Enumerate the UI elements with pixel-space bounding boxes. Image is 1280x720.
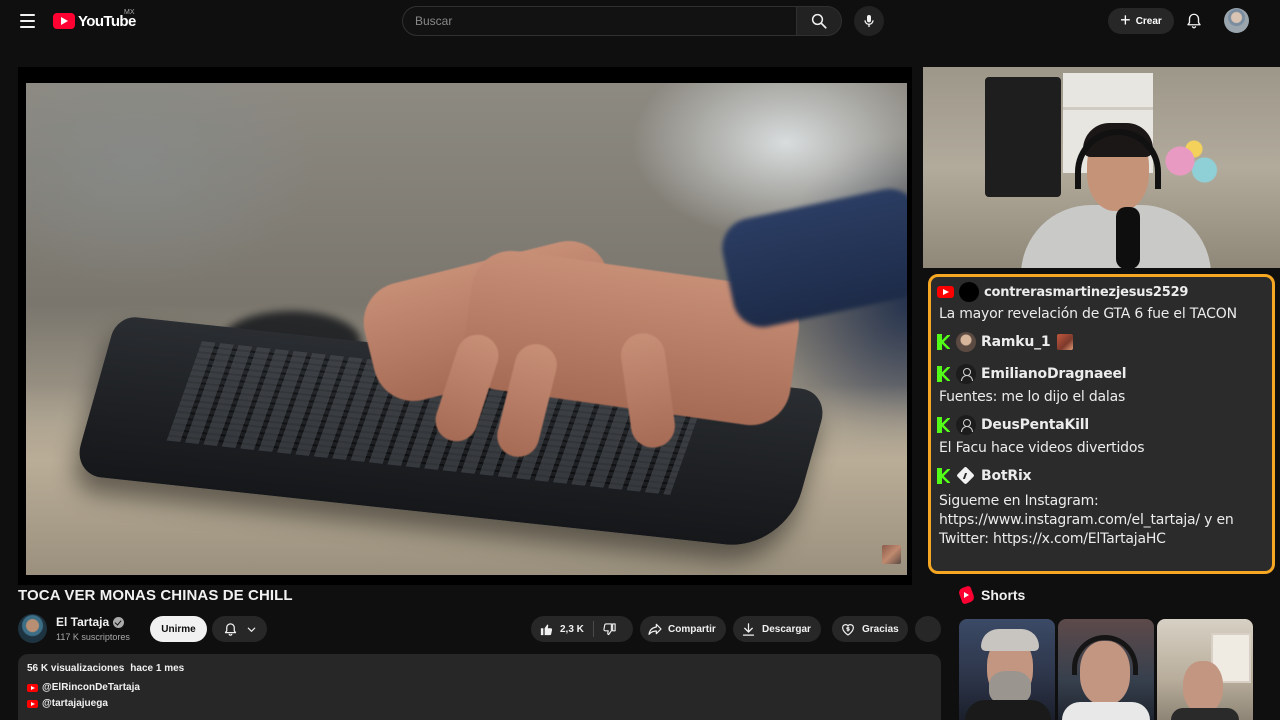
youtube-icon	[27, 683, 38, 692]
channel-watermark[interactable]	[882, 545, 901, 564]
voice-search-button[interactable]	[854, 6, 884, 36]
microphone-icon	[864, 15, 874, 27]
thumbs-up-icon	[540, 624, 553, 635]
chat-username: Ramku_1	[981, 334, 1051, 350]
top-bar: YouTube MX + Crear	[0, 0, 1280, 42]
stream-chat-overlay: contrerasmartinezjesus2529 La mayor reve…	[928, 274, 1275, 574]
chat-user-row: contrerasmartinezjesus2529	[937, 281, 1266, 303]
like-button[interactable]: 2,3 K	[531, 616, 584, 642]
user-avatar	[959, 282, 979, 302]
download-button[interactable]: Descargar	[733, 616, 821, 642]
chat-message: El Facu hace videos divertidos	[939, 440, 1145, 456]
channel-link: @tartajajuega	[42, 698, 108, 709]
chat-message: Fuentes: me lo dijo el dalas	[939, 389, 1126, 405]
chevron-down-icon	[247, 627, 255, 632]
subscription-notifications-button[interactable]	[212, 616, 267, 642]
description-meta: 56 K visualizaciones hace 1 mes	[27, 663, 932, 674]
kick-platform-icon	[937, 366, 951, 382]
channel-name: El Tartaja	[56, 615, 110, 629]
like-count: 2,3 K	[560, 623, 584, 635]
create-button[interactable]: + Crear	[1108, 8, 1174, 34]
country-code: MX	[124, 9, 135, 16]
like-dislike-group: 2,3 K	[531, 616, 633, 642]
emote-icon	[1057, 334, 1074, 350]
thumbnail-shirt	[1062, 702, 1150, 720]
youtube-platform-icon	[937, 286, 954, 298]
youtube-play-icon	[53, 13, 75, 29]
view-count: 56 K visualizaciones	[27, 663, 125, 674]
description-box[interactable]: 56 K visualizaciones hace 1 mes @ElRinco…	[18, 654, 941, 720]
short-thumbnail[interactable]	[959, 619, 1055, 720]
channel-link: @ElRinconDeTartaja	[42, 682, 140, 693]
thumbs-down-icon	[603, 622, 616, 635]
chat-message: La mayor revelación de GTA 6 fue el TACO…	[939, 306, 1237, 322]
chat-username: EmilianoDragnaeel	[981, 366, 1127, 382]
like-divider	[592, 621, 594, 637]
kick-platform-icon	[937, 417, 951, 433]
share-button[interactable]: Compartir	[640, 616, 726, 642]
chat-username: DeusPentaKill	[981, 417, 1089, 433]
short-thumbnail[interactable]	[1157, 619, 1253, 720]
search-icon	[811, 13, 827, 29]
create-label: Crear	[1135, 15, 1162, 27]
more-actions-button[interactable]	[915, 616, 941, 642]
channel-avatar[interactable]	[18, 614, 47, 643]
dislike-button[interactable]	[602, 616, 617, 642]
kick-platform-icon	[937, 334, 951, 350]
share-label: Compartir	[668, 623, 716, 635]
user-avatar	[956, 332, 976, 352]
account-avatar[interactable]	[1224, 8, 1249, 33]
share-icon	[648, 623, 662, 635]
notifications-button[interactable]	[1182, 9, 1206, 33]
verified-check-icon	[113, 616, 125, 628]
thumbnail-shirt	[965, 700, 1051, 720]
search-box	[402, 6, 796, 36]
search-input[interactable]	[403, 7, 796, 35]
short-thumbnail[interactable]	[1058, 619, 1154, 720]
thanks-label: Gracias	[862, 623, 899, 635]
search-button[interactable]	[796, 6, 842, 36]
shorts-icon	[957, 585, 976, 605]
video-frame[interactable]	[26, 83, 907, 575]
menu-icon[interactable]	[14, 9, 40, 33]
chat-user-row: Ramku_1	[937, 330, 1266, 354]
thumbnail-face	[1183, 661, 1223, 713]
webcam-overlay	[923, 67, 1280, 268]
thanks-button[interactable]: Gracias	[832, 616, 908, 642]
chat-user-row: BotRix	[937, 464, 1266, 488]
bell-icon	[1187, 13, 1201, 29]
join-button[interactable]: Unirme	[150, 616, 207, 642]
download-label: Descargar	[762, 623, 811, 635]
description-link[interactable]: @ElRinconDeTartaja	[27, 682, 932, 693]
thumbnail-shirt	[1171, 708, 1239, 720]
subscriber-count: 117 K suscriptores	[56, 632, 130, 642]
thumbnail-hair	[981, 629, 1039, 651]
chat-username: contrerasmartinezjesus2529	[984, 284, 1189, 300]
video-title: TOCA VER MONAS CHINAS DE CHILL	[18, 587, 293, 604]
shorts-header: Shorts	[957, 585, 1026, 605]
plus-icon: +	[1120, 10, 1131, 30]
plush-toys	[1159, 137, 1229, 197]
chat-user-row: EmilianoDragnaeel	[937, 362, 1266, 386]
bell-icon	[224, 622, 236, 636]
chat-user-row: DeusPentaKill	[937, 413, 1266, 437]
bot-icon	[956, 466, 976, 486]
default-user-icon	[956, 364, 976, 384]
chat-message: Sigueme en Instagram: https://www.instag…	[939, 493, 1234, 547]
description-link[interactable]: @tartajajuega	[27, 698, 932, 709]
upload-date: hace 1 mes	[130, 663, 185, 674]
shorts-title: Shorts	[981, 587, 1026, 603]
youtube-icon	[27, 699, 38, 708]
kick-platform-icon	[937, 468, 951, 484]
chat-username: BotRix	[981, 468, 1032, 484]
streaming-microphone	[1116, 207, 1140, 268]
default-user-icon	[956, 415, 976, 435]
heart-dollar-icon	[842, 624, 854, 636]
channel-name-link[interactable]: El Tartaja	[56, 615, 125, 629]
poster	[985, 77, 1061, 197]
thumbnail-headset	[1072, 635, 1138, 675]
download-icon	[742, 622, 755, 636]
